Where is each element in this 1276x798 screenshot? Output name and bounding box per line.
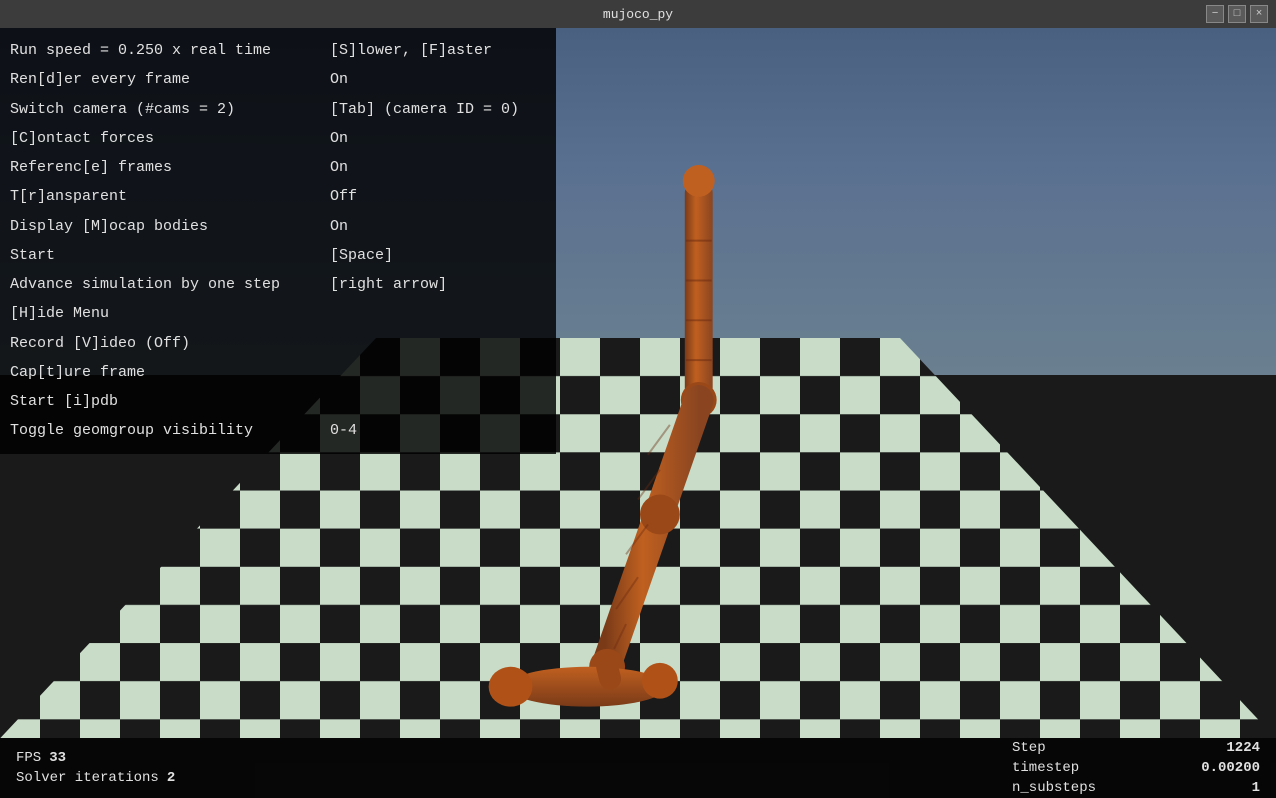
titlebar: mujoco_py − □ × [0,0,1276,28]
window-title: mujoco_py [603,7,673,22]
solver-row: Solver iterations 2 [16,768,980,788]
menu-row-11: Cap[t]ure frame [10,358,546,387]
menu-label-10: Record [V]ideo (Off) [10,332,330,355]
step-row: Step 1224 [1012,738,1260,758]
menu-row-1: Ren[d]er every frameOn [10,65,546,94]
main-viewport: Run speed = 0.250 x real time[S]lower, [… [0,28,1276,798]
menu-row-8: Advance simulation by one step[right arr… [10,270,546,299]
menu-value-0: [S]lower, [F]aster [330,39,492,62]
menu-row-5: T[r]ansparentOff [10,182,546,211]
menu-value-5: Off [330,185,357,208]
menu-label-2: Switch camera (#cams = 2) [10,98,330,121]
menu-label-7: Start [10,244,330,267]
status-left: FPS 33 Solver iterations 2 [0,748,996,788]
menu-value-4: On [330,156,348,179]
step-value: 1224 [1226,740,1260,756]
window-controls[interactable]: − □ × [1206,5,1268,23]
timestep-value: 0.00200 [1201,760,1260,776]
menu-value-7: [Space] [330,244,393,267]
maximize-button[interactable]: □ [1228,5,1246,23]
fps-row: FPS 33 [16,748,980,768]
menu-value-6: On [330,215,348,238]
timestep-label: timestep [1012,760,1079,776]
step-label: Step [1012,740,1046,756]
menu-label-13: Toggle geomgroup visibility [10,419,330,442]
menu-row-3: [C]ontact forcesOn [10,124,546,153]
menu-value-3: On [330,127,348,150]
menu-label-5: T[r]ansparent [10,185,330,208]
menu-row-4: Referenc[e] framesOn [10,153,546,182]
menu-value-2: [Tab] (camera ID = 0) [330,98,519,121]
nsubsteps-row: n_substeps 1 [1012,778,1260,798]
menu-row-0: Run speed = 0.250 x real time[S]lower, [… [10,36,546,65]
menu-value-1: On [330,68,348,91]
menu-row-13: Toggle geomgroup visibility0-4 [10,416,546,445]
solver-label: Solver iterations [16,770,159,786]
menu-row-6: Display [M]ocap bodiesOn [10,212,546,241]
menu-overlay: Run speed = 0.250 x real time[S]lower, [… [0,28,556,454]
menu-label-4: Referenc[e] frames [10,156,330,179]
menu-label-9: [H]ide Menu [10,302,330,325]
menu-value-13: 0-4 [330,419,357,442]
nsubsteps-value: 1 [1252,780,1260,796]
menu-label-8: Advance simulation by one step [10,273,330,296]
menu-label-3: [C]ontact forces [10,127,330,150]
status-bar: FPS 33 Solver iterations 2 Step 1224 tim… [0,738,1276,798]
menu-row-2: Switch camera (#cams = 2)[Tab] (camera I… [10,95,546,124]
menu-label-6: Display [M]ocap bodies [10,215,330,238]
menu-row-9: [H]ide Menu [10,299,546,328]
timestep-row: timestep 0.00200 [1012,758,1260,778]
status-right: Step 1224 timestep 0.00200 n_substeps 1 [996,738,1276,798]
menu-row-7: Start[Space] [10,241,546,270]
minimize-button[interactable]: − [1206,5,1224,23]
menu-label-11: Cap[t]ure frame [10,361,330,384]
menu-rows: Run speed = 0.250 x real time[S]lower, [… [10,36,546,446]
close-button[interactable]: × [1250,5,1268,23]
menu-label-12: Start [i]pdb [10,390,330,413]
nsubsteps-label: n_substeps [1012,780,1096,796]
menu-row-12: Start [i]pdb [10,387,546,416]
solver-value: 2 [167,770,175,786]
fps-label: FPS [16,750,41,766]
menu-value-8: [right arrow] [330,273,447,296]
fps-value: 33 [49,750,66,766]
menu-row-10: Record [V]ideo (Off) [10,329,546,358]
menu-label-0: Run speed = 0.250 x real time [10,39,330,62]
menu-label-1: Ren[d]er every frame [10,68,330,91]
